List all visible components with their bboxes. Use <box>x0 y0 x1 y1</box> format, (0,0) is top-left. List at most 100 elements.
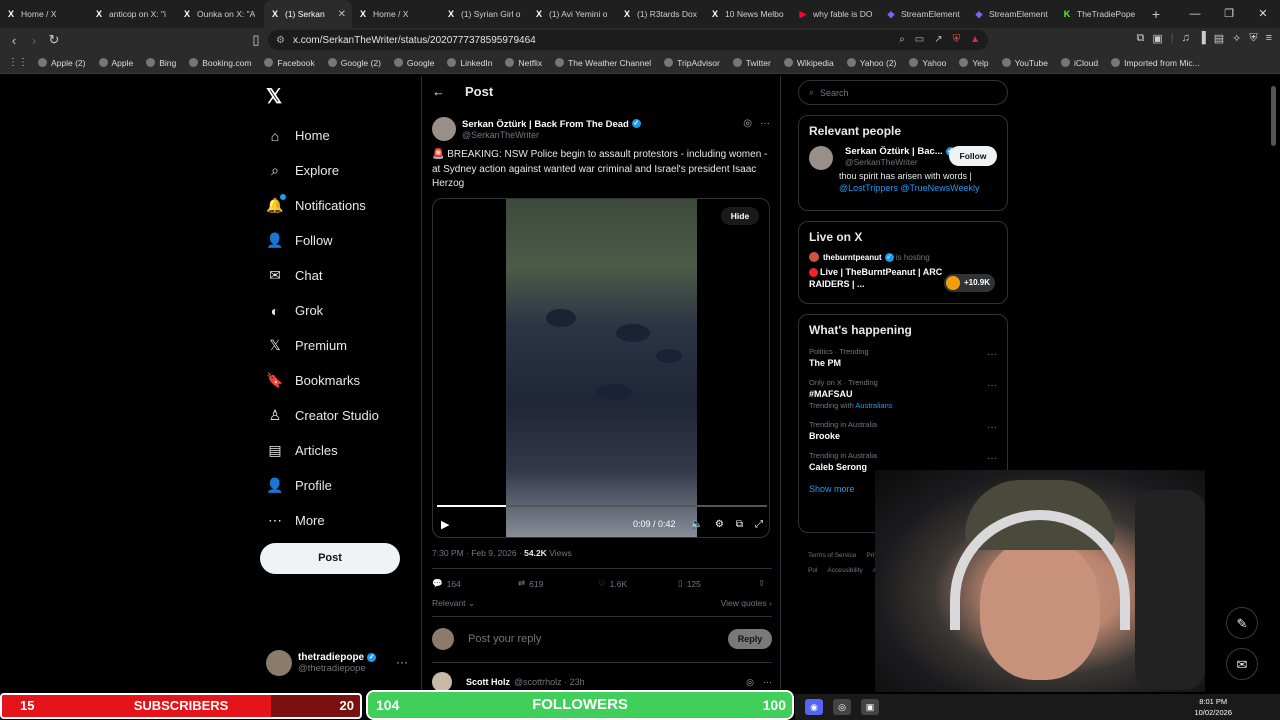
nav-item-chat[interactable]: ✉ Chat <box>266 258 379 293</box>
more-icon[interactable]: ··· <box>763 677 772 687</box>
bookmark-item[interactable]: Apple <box>98 58 133 68</box>
reply-item[interactable]: Scott Holz @scottrholz · 23h ◎ ··· <box>432 672 772 692</box>
trend-item[interactable]: Only on X · Trending #MAFSAU Trending with… <box>799 374 1007 416</box>
share-button[interactable]: ⇪ <box>758 578 765 589</box>
person-name[interactable]: Serkan Öztürk | Bac...✓ <box>845 146 955 157</box>
system-clock[interactable]: 8:01 PM 10/02/2026 <box>1194 694 1232 718</box>
restore-icon[interactable]: ❐ <box>1212 0 1246 28</box>
rewards-icon[interactable]: ▲ <box>970 34 980 45</box>
reply-input[interactable]: Post your reply <box>468 633 541 645</box>
close-icon[interactable]: ✕ <box>338 9 346 20</box>
settings-icon[interactable]: ⚙ <box>715 519 724 530</box>
bookmark-item[interactable]: LinkedIn <box>447 58 492 68</box>
follow-button[interactable]: Follow <box>949 146 997 166</box>
nav-item-notifications[interactable]: 🔔 Notifications <box>266 188 379 223</box>
bookmark-item[interactable]: Apple (2) <box>38 58 86 68</box>
hide-button[interactable]: Hide <box>721 207 759 225</box>
nav-item-more[interactable]: ⋯ More <box>266 503 379 538</box>
grok-icon[interactable]: ◎ <box>743 118 752 129</box>
avatar[interactable] <box>432 117 456 141</box>
browser-tab[interactable]: Xanticop on X: "i <box>88 0 176 28</box>
pip-icon[interactable]: ⧉ <box>736 519 743 530</box>
share-icon[interactable]: ↗ <box>934 34 942 45</box>
browser-tab[interactable]: K TheTradiePope <box>1056 0 1144 28</box>
repost-button[interactable]: ⇄ 619 <box>518 578 598 589</box>
minimize-icon[interactable]: — <box>1178 0 1212 28</box>
panel-icon[interactable]: ▐ <box>1198 32 1206 45</box>
video-frame[interactable] <box>506 199 697 537</box>
more-icon[interactable]: ··· <box>987 349 997 360</box>
bookmark-item[interactable]: Booking.com <box>189 58 251 68</box>
bookmark-item[interactable]: YouTube <box>1001 58 1048 68</box>
sort-dropdown[interactable]: Relevant ⌄ <box>432 598 475 608</box>
trend-item[interactable]: Trending in Australia Brooke ··· <box>799 416 1007 447</box>
forward-icon[interactable]: › <box>24 33 44 48</box>
volume-icon[interactable]: 🔈 <box>690 519 702 530</box>
avatar[interactable] <box>432 672 452 692</box>
nav-item-explore[interactable]: ⌕ Explore <box>266 153 379 188</box>
nav-item-bookmarks[interactable]: 🔖 Bookmarks <box>266 363 379 398</box>
site-info-icon[interactable]: ⚙ <box>276 35 285 46</box>
apps-grid-icon[interactable]: ⋮⋮ <box>8 57 28 68</box>
footer-link[interactable]: Terms of Service <box>808 552 856 559</box>
more-icon[interactable]: ··· <box>760 118 770 129</box>
messages-fab-icon[interactable]: ✉ <box>1226 648 1258 680</box>
author-handle[interactable]: @SerkanTheWriter <box>462 130 641 140</box>
trend-item[interactable]: Politics · Trending The PM ··· <box>799 343 1007 374</box>
play-icon[interactable]: ▶ <box>441 518 449 531</box>
bookmark-button[interactable]: ▯ 125 <box>678 578 758 589</box>
bookmark-item[interactable]: iCloud <box>1060 58 1098 68</box>
bookmark-item[interactable]: Yelp <box>959 58 989 68</box>
more-icon[interactable]: ··· <box>987 422 997 433</box>
bookmark-item[interactable]: Netflix <box>505 58 542 68</box>
footer-link[interactable]: Accessibility <box>827 567 862 574</box>
account-switcher[interactable]: thetradiepope ✓ @thetradiepope ··· <box>266 646 410 680</box>
post-button[interactable]: Post <box>260 543 400 574</box>
scrollbar[interactable] <box>1271 86 1276 146</box>
bookmark-item[interactable]: Yahoo <box>909 58 946 68</box>
browser-tab[interactable]: ◆ StreamElement <box>968 0 1056 28</box>
browser-tab[interactable]: X (1) Syrian Girl o <box>440 0 528 28</box>
wallet-icon[interactable]: ▤ <box>1214 32 1224 45</box>
grok-icon[interactable]: ◎ <box>746 677 754 688</box>
video-player[interactable]: Hide ▶ 0:09 / 0:42 🔈 ⚙ ⧉ ⤢ <box>432 198 770 538</box>
bookmark-item[interactable]: Google (2) <box>327 58 381 68</box>
nav-item-follow[interactable]: 👤 Follow <box>266 223 379 258</box>
browser-tab[interactable]: X (1) Serkan ✕ <box>264 0 352 28</box>
nav-item-grok[interactable]: ◐ Grok <box>266 293 379 328</box>
trend-with-link[interactable]: Australians <box>855 401 892 410</box>
video-progress-bar[interactable] <box>437 505 767 507</box>
bookmark-item[interactable]: Yahoo (2) <box>846 58 896 68</box>
grok-fab-icon[interactable]: ✎ <box>1226 607 1258 639</box>
brave-shield-icon[interactable]: ⛨ <box>953 34 961 45</box>
sidebar-icon[interactable]: ▣ <box>1152 32 1162 45</box>
like-button[interactable]: ♡ 1.6K <box>598 578 678 589</box>
reply-button[interactable]: 💬 164 <box>432 578 518 589</box>
close-window-icon[interactable]: ✕ <box>1246 0 1280 28</box>
discord-icon[interactable]: ◉ <box>805 699 823 715</box>
nav-item-home[interactable]: ⌂ Home <box>266 118 379 153</box>
reload-icon[interactable]: ↻ <box>44 32 64 48</box>
music-icon[interactable]: ♫ <box>1182 32 1190 45</box>
bookmark-item[interactable]: Twitter <box>732 58 771 68</box>
bookmark-item[interactable]: The Weather Channel <box>555 58 651 68</box>
author-name[interactable]: Serkan Öztürk | Back From The Dead ✓ <box>462 119 641 130</box>
browser-tab[interactable]: X (1) R3tards Dox <box>616 0 704 28</box>
bookmark-item[interactable]: Bing <box>146 58 176 68</box>
avatar[interactable] <box>809 146 833 170</box>
more-icon[interactable]: ··· <box>987 380 997 391</box>
reply-author-name[interactable]: Scott Holz <box>466 677 510 687</box>
bio-links[interactable]: @LostTrippers @TrueNewsWeekly <box>839 183 979 193</box>
vpn-icon[interactable]: ⛨ <box>1249 32 1257 45</box>
bookmark-item[interactable]: Wikipedia <box>783 58 834 68</box>
bookmark-item[interactable]: Imported from Mic... <box>1111 58 1200 68</box>
browser-tab[interactable]: X Home / X <box>352 0 440 28</box>
address-bar[interactable]: ⚙ x.com/SerkanTheWriter/status/202077737… <box>268 30 988 50</box>
bookmark-item[interactable]: Facebook <box>264 58 315 68</box>
search-input[interactable]: ⌕ Search <box>798 80 1008 105</box>
bookmark-item[interactable]: TripAdvisor <box>664 58 720 68</box>
view-quotes-link[interactable]: View quotes › <box>721 598 772 608</box>
x-logo-icon[interactable]: 𝕏 <box>266 84 282 109</box>
search-icon[interactable]: ⌕ <box>899 34 905 45</box>
leo-icon[interactable]: ✧ <box>1232 32 1241 45</box>
